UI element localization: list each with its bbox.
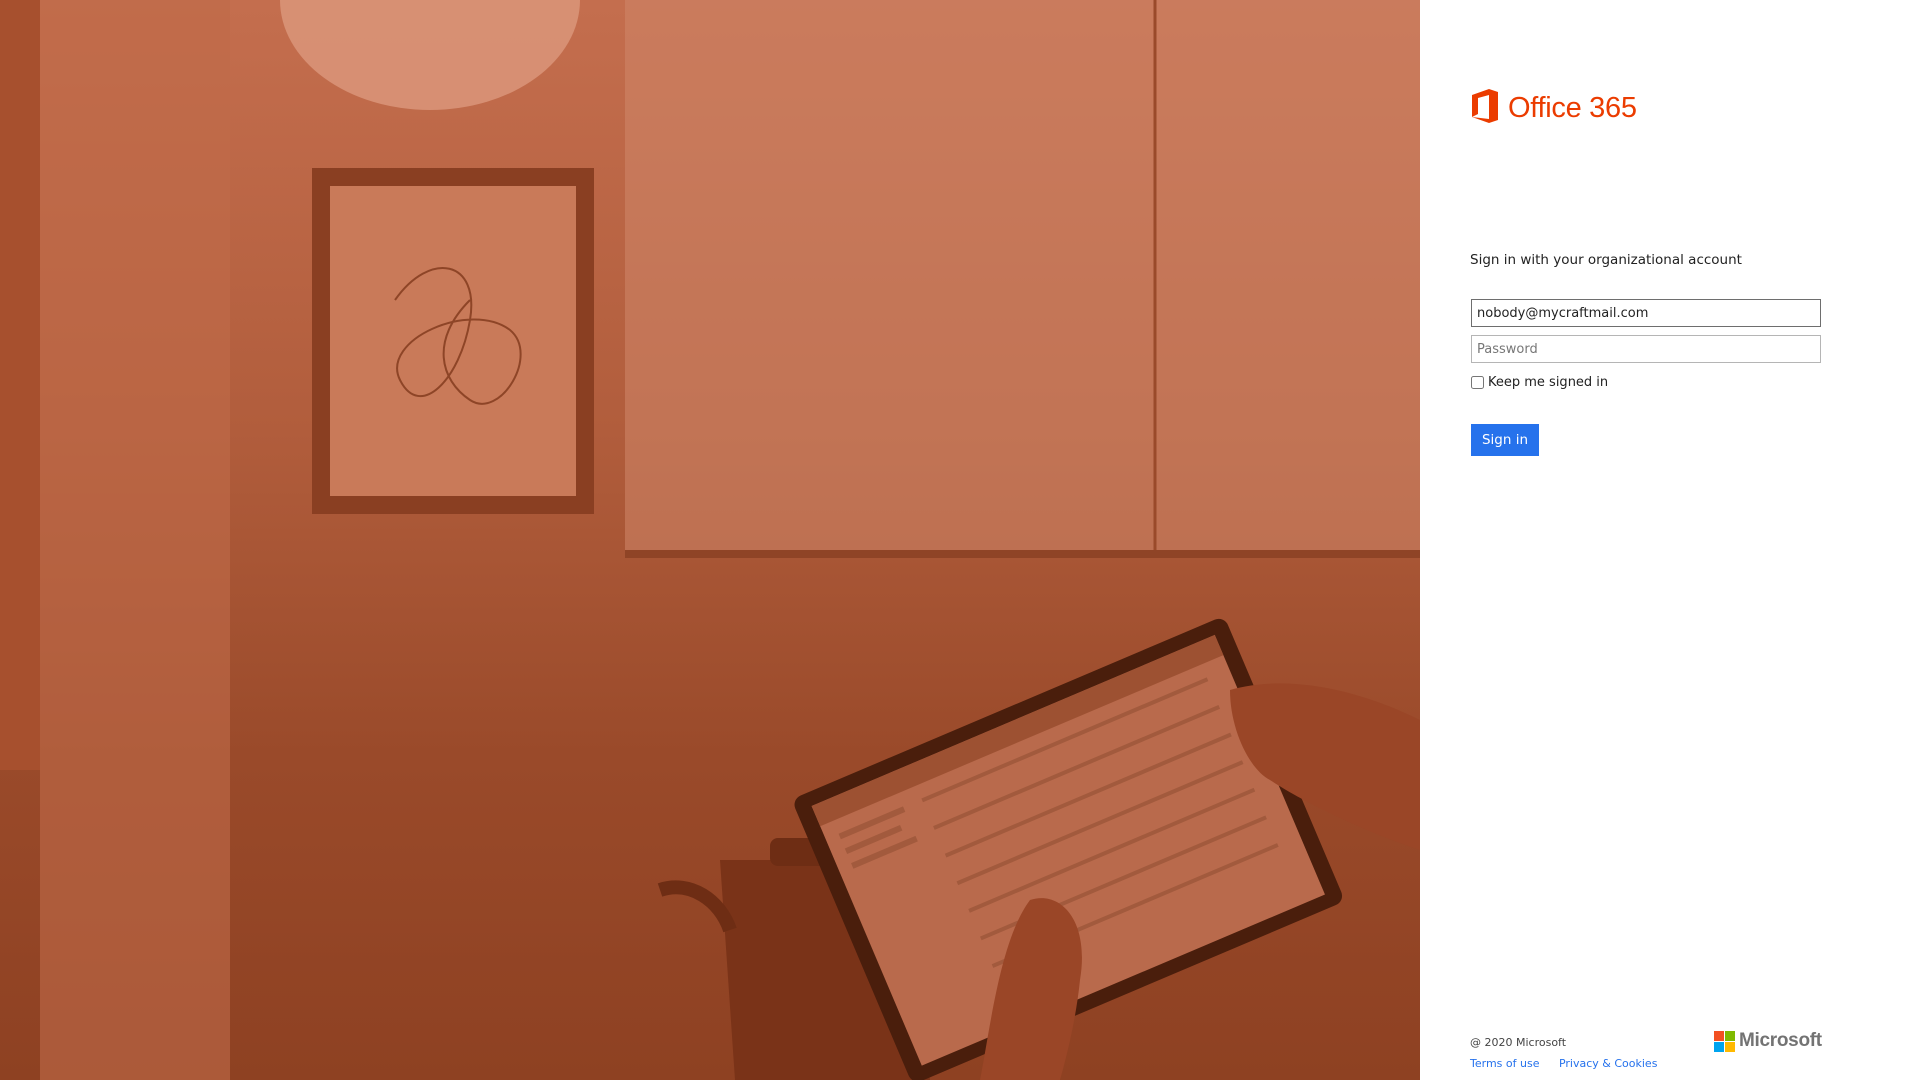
microsoft-grid-icon bbox=[1714, 1030, 1735, 1052]
cabinet-edge bbox=[625, 550, 1420, 558]
keep-signed-in-row[interactable]: Keep me signed in bbox=[1470, 375, 1608, 390]
brand-header: Office 365 bbox=[1470, 88, 1637, 128]
keep-signed-in-label: Keep me signed in bbox=[1488, 375, 1609, 390]
wall-pillar bbox=[0, 0, 40, 770]
privacy-cookies-link[interactable]: Privacy & Cookies bbox=[1559, 1057, 1657, 1070]
picture-canvas bbox=[330, 186, 576, 496]
signin-heading: Sign in with your organizational account bbox=[1470, 252, 1742, 268]
copyright-text: @ 2020 Microsoft bbox=[1470, 1036, 1567, 1049]
microsoft-wordmark: Microsoft bbox=[1739, 1030, 1822, 1051]
kettle-spout bbox=[657, 880, 737, 933]
signin-button[interactable]: Sign in bbox=[1471, 424, 1539, 456]
signin-panel: Office 365 Sign in with your organizatio… bbox=[1420, 0, 1920, 1080]
email-field[interactable] bbox=[1471, 299, 1821, 327]
signin-page: Office 365 Sign in with your organizatio… bbox=[0, 0, 1920, 1080]
terms-of-use-link[interactable]: Terms of use bbox=[1470, 1057, 1539, 1070]
background-scene bbox=[0, 0, 1420, 1080]
product-name: Office 365 bbox=[1508, 91, 1637, 124]
microsoft-logo: Microsoft bbox=[1714, 1030, 1822, 1052]
office-logo-icon bbox=[1470, 88, 1500, 128]
keep-signed-in-checkbox[interactable] bbox=[1471, 376, 1484, 389]
clock-shape bbox=[280, 0, 580, 110]
footer-links: Terms of use Privacy & Cookies bbox=[1470, 1057, 1673, 1070]
wall-cabinet bbox=[625, 0, 1420, 555]
background-illustration bbox=[0, 0, 1420, 1080]
password-field[interactable] bbox=[1471, 335, 1821, 363]
wall-panel bbox=[40, 0, 230, 1080]
